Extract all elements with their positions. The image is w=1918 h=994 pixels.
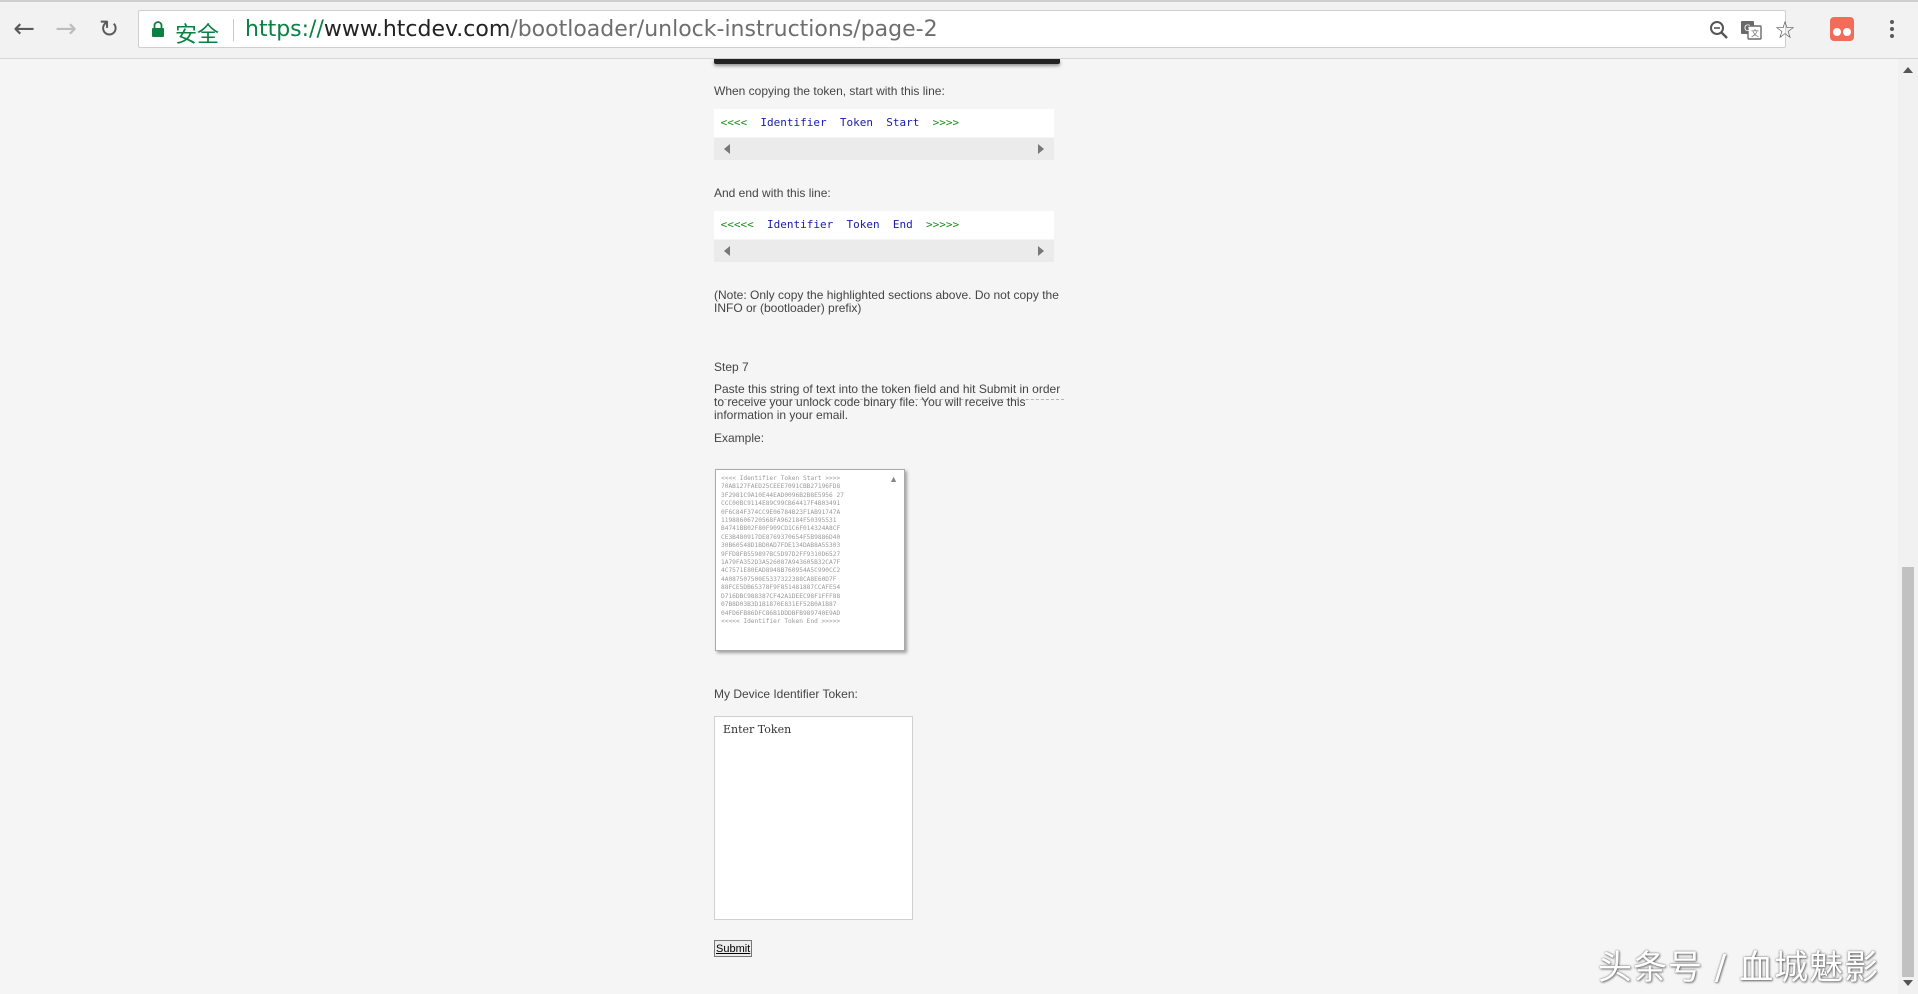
end-word-identifier: Identifier <box>767 218 834 231</box>
secure-label: 安全 <box>175 23 220 48</box>
url-text[interactable]: https://www.htcdev.com/bootloader/unlock… <box>245 17 938 42</box>
watermark: 头条号 / 血城魅影 <box>1598 948 1880 988</box>
start-word-start: Start <box>886 116 920 129</box>
reload-icon[interactable]: ↻ <box>93 13 125 45</box>
scroll-up-indicator-icon: ▲ <box>889 474 898 484</box>
end-line-scrollbar[interactable] <box>714 240 1054 262</box>
bookmark-star-icon[interactable]: ☆ <box>1773 16 1797 44</box>
start-line-scrollbar[interactable] <box>714 138 1054 160</box>
browser-toolbar: ← → ↻ 安全 https://www.htcdev.com/bootload… <box>0 0 1918 59</box>
extension-icon[interactable] <box>1830 17 1854 41</box>
svg-text:文: 文 <box>1751 28 1759 38</box>
end-word-end: End <box>892 218 913 231</box>
device-token-label: My Device Identifier Token: <box>714 687 858 701</box>
example-label: Example: <box>714 431 765 445</box>
copy-start-instruction: When copying the token, start with this … <box>714 84 945 98</box>
zoom-icon[interactable] <box>1707 18 1731 42</box>
scrollbar-thumb[interactable] <box>1902 567 1914 977</box>
previous-image-edge <box>714 59 1060 64</box>
start-word-identifier: Identifier <box>760 116 827 129</box>
translate-icon[interactable]: G文 <box>1739 18 1763 42</box>
step-title: Step 7 <box>714 360 749 374</box>
tab-strip-edge <box>0 0 1918 2</box>
page-scrollbar[interactable] <box>1898 59 1918 994</box>
svg-text:G: G <box>1744 24 1751 34</box>
start-word-token: Token <box>839 116 873 129</box>
scroll-right-icon[interactable] <box>1038 246 1044 256</box>
end-close: >>>>> <box>925 218 960 231</box>
copy-end-instruction: And end with this line: <box>714 186 831 200</box>
lock-icon <box>152 21 164 37</box>
start-close: >>>> <box>932 116 960 129</box>
start-open: <<<< <box>720 116 748 129</box>
forward-icon[interactable]: → <box>50 13 82 45</box>
example-token-text: <<<< Identifier Token Start >>>> 70AB127… <box>721 475 844 625</box>
start-line-code: <<<< Identifier Token Start >>>> <box>714 109 1054 137</box>
browser-menu-icon[interactable] <box>1880 13 1904 45</box>
scroll-left-icon[interactable] <box>724 246 730 256</box>
submit-button[interactable]: Submit <box>714 940 753 957</box>
scroll-right-icon[interactable] <box>1038 144 1044 154</box>
back-icon[interactable]: ← <box>8 13 40 45</box>
omnibox-separator <box>233 19 234 41</box>
page-content: When copying the token, start with this … <box>0 59 1898 994</box>
end-line-code: <<<<< Identifier Token End >>>>> <box>714 211 1054 239</box>
example-token-image: <<<< Identifier Token Start >>>> 70AB127… <box>715 469 905 651</box>
url-host: www.htcdev.com <box>323 17 511 42</box>
address-bar[interactable]: 安全 https://www.htcdev.com/bootloader/unl… <box>138 10 1796 48</box>
url-scheme: https:// <box>245 17 324 42</box>
device-token-input[interactable] <box>714 716 913 920</box>
scroll-down-arrow-icon[interactable] <box>1903 980 1913 986</box>
step-description: Paste this string of text into the token… <box>714 382 1061 422</box>
copy-note: (Note: Only copy the highlighted section… <box>714 288 1059 315</box>
scroll-left-icon[interactable] <box>724 144 730 154</box>
url-path: /bootloader/unlock-instructions/page-2 <box>510 17 938 42</box>
scroll-up-arrow-icon[interactable] <box>1903 67 1913 73</box>
end-open: <<<<< <box>720 218 754 231</box>
end-word-token: Token <box>846 218 880 231</box>
